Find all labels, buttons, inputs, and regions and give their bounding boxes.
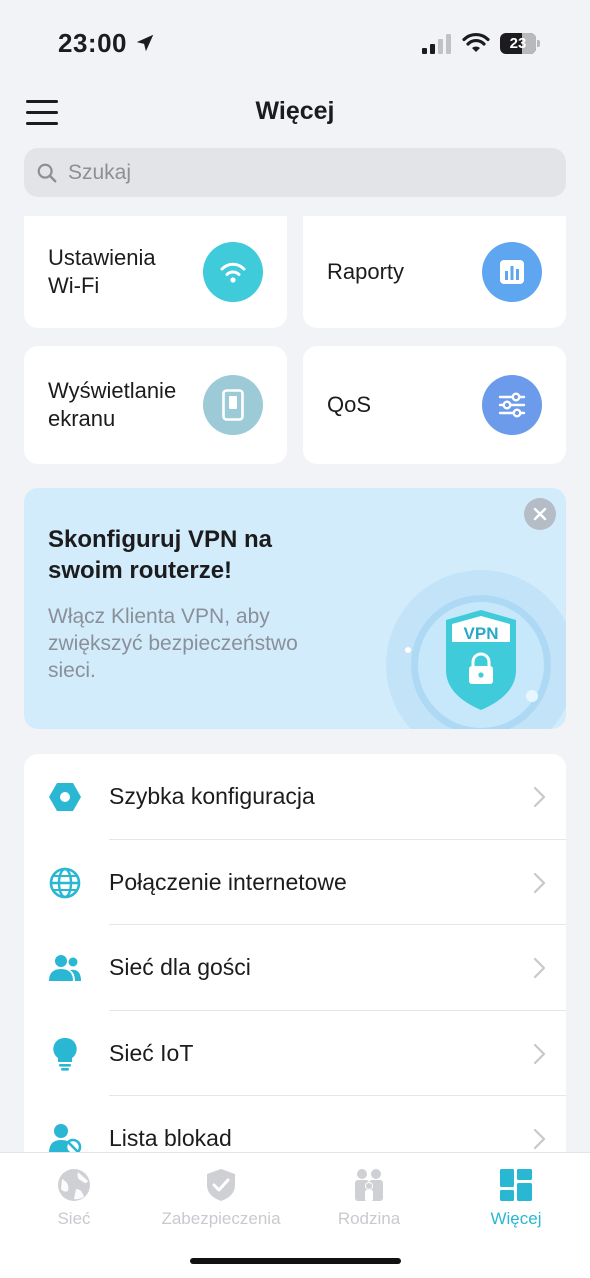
cellular-signal-icon xyxy=(422,34,451,54)
search-bar[interactable] xyxy=(24,148,566,197)
chevron-right-icon xyxy=(533,872,546,893)
menu-item-quick-setup[interactable]: Szybka konfiguracja xyxy=(24,754,566,840)
banner-title: Skonfiguruj VPN na swoim routerze! xyxy=(48,526,273,584)
tile-label: Wyświetlanie ekranu xyxy=(48,378,177,431)
menu-item-label: Lista blokad xyxy=(109,1125,232,1152)
search-input[interactable] xyxy=(68,160,528,185)
menu-item-label: Połączenie internetowe xyxy=(109,868,347,895)
search-icon xyxy=(37,163,57,182)
vpn-promo-banner[interactable]: Skonfiguruj VPN na swoim routerze! Włącz… xyxy=(24,488,566,729)
menu-item-label: Szybka konfiguracja xyxy=(109,783,315,810)
bar-chart-icon xyxy=(482,242,542,302)
tab-security[interactable]: Zabezpieczenia xyxy=(147,1167,295,1229)
tab-family[interactable]: Rodzina xyxy=(295,1167,443,1229)
tile-screen-display[interactable]: Wyświetlanie ekranu xyxy=(24,346,287,464)
globe-icon xyxy=(48,866,82,900)
menu-item-label: Sieć dla gości xyxy=(109,954,251,981)
chevron-right-icon xyxy=(533,786,546,808)
lightbulb-icon xyxy=(48,1037,82,1071)
status-time: 23:00 xyxy=(58,28,127,58)
menu-item-internet-connection[interactable]: Połączenie internetowe xyxy=(24,840,566,925)
location-arrow-icon xyxy=(136,34,154,52)
hexagon-icon xyxy=(48,780,82,814)
chevron-right-icon xyxy=(533,1128,546,1150)
tile-qos[interactable]: QoS xyxy=(303,346,566,464)
tab-more[interactable]: Więcej xyxy=(442,1167,590,1229)
tab-network[interactable]: Sieć xyxy=(0,1167,148,1229)
tile-wifi-settings[interactable]: Ustawienia Wi-Fi xyxy=(24,216,287,328)
grid-icon xyxy=(500,1169,532,1201)
tab-label: Więcej xyxy=(490,1209,542,1228)
tile-reports[interactable]: Raporty xyxy=(303,216,566,328)
close-icon[interactable] xyxy=(524,498,556,530)
menu-item-guest-network[interactable]: Sieć dla gości xyxy=(24,925,566,1011)
family-icon xyxy=(355,1169,383,1201)
battery-level: 23 xyxy=(509,35,527,52)
more-menu-list: Szybka konfiguracja Połączenie interneto… xyxy=(24,754,566,1174)
chevron-right-icon xyxy=(533,1043,546,1064)
tab-label: Zabezpieczenia xyxy=(161,1209,281,1228)
banner-text: Włącz Klienta VPN, aby zwiększyć bezpiec… xyxy=(48,605,298,682)
home-indicator[interactable] xyxy=(190,1258,401,1264)
tile-label: QoS xyxy=(327,392,372,417)
chevron-right-icon xyxy=(533,957,546,979)
tile-label: Raporty xyxy=(327,259,405,284)
network-globe-icon xyxy=(58,1169,90,1201)
shield-check-icon xyxy=(207,1169,235,1201)
page-title: Więcej xyxy=(255,97,335,125)
vpn-shield-illustration: VPN xyxy=(386,570,566,729)
battery-icon: 23 xyxy=(500,33,540,54)
guests-icon xyxy=(48,951,82,985)
wifi-icon xyxy=(203,242,263,302)
sliders-icon xyxy=(482,375,542,435)
wifi-status-icon xyxy=(462,32,490,52)
status-bar: 23:00 23 xyxy=(0,0,590,88)
tile-label: Ustawienia Wi-Fi xyxy=(48,245,156,298)
blocked-user-icon xyxy=(48,1122,82,1156)
tab-label: Rodzina xyxy=(337,1209,401,1228)
display-icon xyxy=(203,375,263,435)
menu-item-label: Sieć IoT xyxy=(109,1039,194,1066)
menu-item-iot-network[interactable]: Sieć IoT xyxy=(24,1011,566,1096)
vpn-badge-text: VPN xyxy=(464,624,499,643)
tab-label: Sieć xyxy=(57,1209,91,1228)
